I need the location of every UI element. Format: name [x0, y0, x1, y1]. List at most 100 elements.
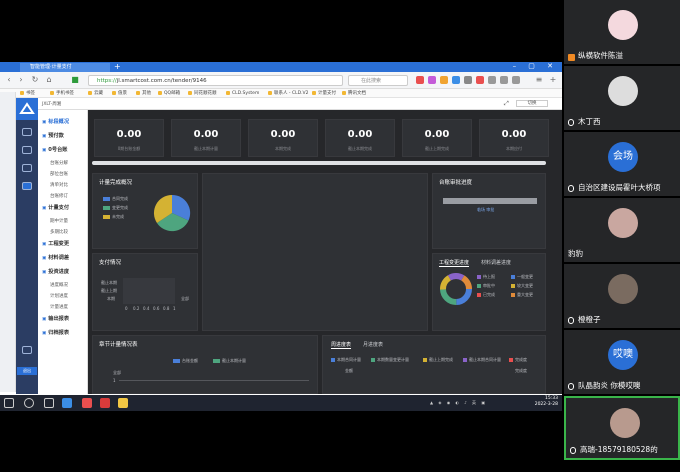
menu-item[interactable]: 清单对比: [50, 182, 68, 188]
stat-card: 0.00 本期完成: [248, 119, 318, 157]
participant-tile[interactable]: 会场 自治区建设局霍叶大桥项: [564, 132, 680, 196]
approval-label: 临场 审批: [477, 207, 495, 212]
fullscreen-icon[interactable]: ⤢: [504, 100, 509, 108]
bookmark-item[interactable]: QQ邮箱: [158, 89, 180, 98]
extension-icon[interactable]: [500, 76, 508, 84]
participant-tile[interactable]: 豹豹: [564, 198, 680, 262]
bookmark-item[interactable]: 其他: [136, 89, 151, 98]
panel-title: 计量完成概况: [99, 180, 133, 186]
menu-item[interactable]: 归档报表: [42, 329, 69, 336]
plus-icon[interactable]: +: [548, 75, 558, 85]
participant-tile[interactable]: 橙橙子: [564, 264, 680, 328]
host-icon: [568, 54, 575, 61]
tab-material-progress[interactable]: 材料调差进度: [481, 259, 511, 266]
extension-icon[interactable]: [464, 76, 472, 84]
menu-item[interactable]: 投资进度: [42, 268, 69, 275]
bookmarks-bar: 书签 手机书签 云藏 值景 其他 QQ邮箱 同花顺花顺 CLD.System 联…: [0, 89, 562, 98]
tab-change-progress[interactable]: 工程变更进度: [439, 259, 470, 267]
tab-bar: 智能管理·计量支付 + – ▢ ✕: [0, 62, 562, 72]
menu-item[interactable]: 预付款: [42, 132, 64, 139]
folder-icon[interactable]: [118, 398, 128, 408]
menu-item[interactable]: 工程变更: [42, 240, 69, 247]
extension-icon[interactable]: [488, 76, 496, 84]
legend-item: 截止本期计量: [213, 358, 246, 364]
browser-tab[interactable]: 智能管理·计量支付: [20, 63, 110, 72]
menu-item[interactable]: 期中计量: [50, 218, 68, 224]
menu-item[interactable]: 输出报表: [42, 315, 69, 322]
legend-item: 待上报: [477, 274, 495, 280]
participant-name: 纵横软件陈溢: [578, 51, 623, 60]
menu-icon[interactable]: ≡: [534, 75, 544, 85]
mic-icon: [568, 185, 574, 192]
menu-item[interactable]: 多期比较: [50, 229, 68, 235]
wps-taskbar-icon[interactable]: [82, 398, 92, 408]
bookmark-item[interactable]: CLD.System: [226, 89, 259, 98]
bookmark-item[interactable]: 联系人 - CLD.V2: [268, 89, 308, 98]
menu-item[interactable]: 计量支付: [42, 204, 69, 211]
participant-tile[interactable]: 木丁西: [564, 66, 680, 130]
participant-tile-active[interactable]: 高瑞-18579180528的: [564, 396, 680, 460]
menu-item[interactable]: 标段概况: [42, 118, 69, 125]
search-icon[interactable]: [24, 398, 34, 408]
document-icon[interactable]: [22, 128, 32, 136]
bookmark-item[interactable]: 手机书签: [50, 89, 74, 98]
settings-icon[interactable]: [22, 346, 32, 354]
nav-bar: ‹ › ↻ ⌂ ■ https://jl.smartcost.com.cn/te…: [0, 72, 562, 89]
new-tab-icon[interactable]: +: [114, 62, 121, 71]
stat-value: 0.00: [347, 129, 373, 140]
address-bar[interactable]: https://jl.smartcost.com.cn/tender/9146: [88, 75, 343, 86]
participant-tile[interactable]: 纵横软件陈溢: [564, 0, 680, 64]
legend-item: 完成度: [509, 357, 527, 363]
forward-icon[interactable]: ›: [16, 75, 26, 85]
extension-icon[interactable]: [416, 76, 424, 84]
tray-clock[interactable]: 15:33 2022-3-28: [535, 396, 558, 408]
bookmark-item[interactable]: 计量支付: [312, 89, 336, 98]
menu-item[interactable]: 0号台账: [42, 146, 67, 153]
legend-item: 台账金额: [173, 358, 198, 364]
measure-pie-chart: [153, 194, 191, 232]
system-tray[interactable]: ▲ ◈ ◉ ◐ ♪ 英 ▣: [430, 400, 520, 406]
change-progress-panel: 工程变更进度 材料调差进度 待上报 一般变更 审批中 较大变更 已完成 重大变更: [432, 253, 546, 331]
menu-item[interactable]: 计划进度: [50, 293, 68, 299]
menu-item[interactable]: 台账分解: [50, 160, 68, 166]
extension-icon[interactable]: [452, 76, 460, 84]
payment-filter[interactable]: 全部: [181, 296, 189, 302]
progress-table-panel: 周进度表 月进度表 本期合同计量 本期数量变更计量 截止上期完成 截止本期合同计…: [322, 335, 546, 394]
list-icon[interactable]: [22, 146, 32, 154]
window-controls[interactable]: – ▢ ✕: [513, 62, 558, 70]
tab-monthly-progress[interactable]: 月进度表: [363, 341, 383, 348]
avatar: [608, 208, 638, 238]
bookmark-item[interactable]: 同花顺花顺: [188, 89, 217, 98]
start-icon[interactable]: [4, 398, 14, 408]
menu-item[interactable]: 计量进度: [50, 304, 68, 310]
extension-icon[interactable]: [512, 76, 520, 84]
extension-icon[interactable]: [440, 76, 448, 84]
browser-taskbar-icon[interactable]: [62, 398, 72, 408]
bookmark-item[interactable]: 书签: [20, 89, 35, 98]
search-box[interactable]: 在此搜索: [348, 75, 408, 86]
extension-icon[interactable]: [476, 76, 484, 84]
extension-icon[interactable]: [428, 76, 436, 84]
menu-item[interactable]: 部位台账: [50, 171, 68, 177]
ledger-icon[interactable]: [22, 182, 32, 190]
menu-item[interactable]: 台账修订: [50, 193, 68, 199]
logout-button[interactable]: 退出: [17, 367, 37, 375]
bookmark-item[interactable]: 值景: [112, 89, 127, 98]
reload-icon[interactable]: ↻: [30, 75, 40, 85]
app-taskbar-icon[interactable]: [100, 398, 110, 408]
task-view-icon[interactable]: [44, 398, 54, 408]
tab-weekly-progress[interactable]: 周进度表: [331, 341, 352, 349]
switch-button[interactable]: 切换: [516, 100, 548, 107]
grid-icon[interactable]: [22, 164, 32, 172]
stat-value: 0.00: [501, 129, 527, 140]
menu-item[interactable]: 材料调差: [42, 254, 69, 261]
back-icon[interactable]: ‹: [4, 75, 14, 85]
participant-tile[interactable]: 哎噢 队晶韵炎 你模哎噢: [564, 330, 680, 394]
home-icon[interactable]: ⌂: [44, 75, 54, 85]
bookmark-item[interactable]: 腾讯文档: [342, 89, 366, 98]
browser-sidebar: [0, 92, 16, 392]
bookmark-item[interactable]: 云藏: [88, 89, 103, 98]
menu-item[interactable]: 进度概况: [50, 282, 68, 288]
search-placeholder: 在此搜索: [361, 78, 382, 84]
axis-line: [119, 380, 309, 381]
